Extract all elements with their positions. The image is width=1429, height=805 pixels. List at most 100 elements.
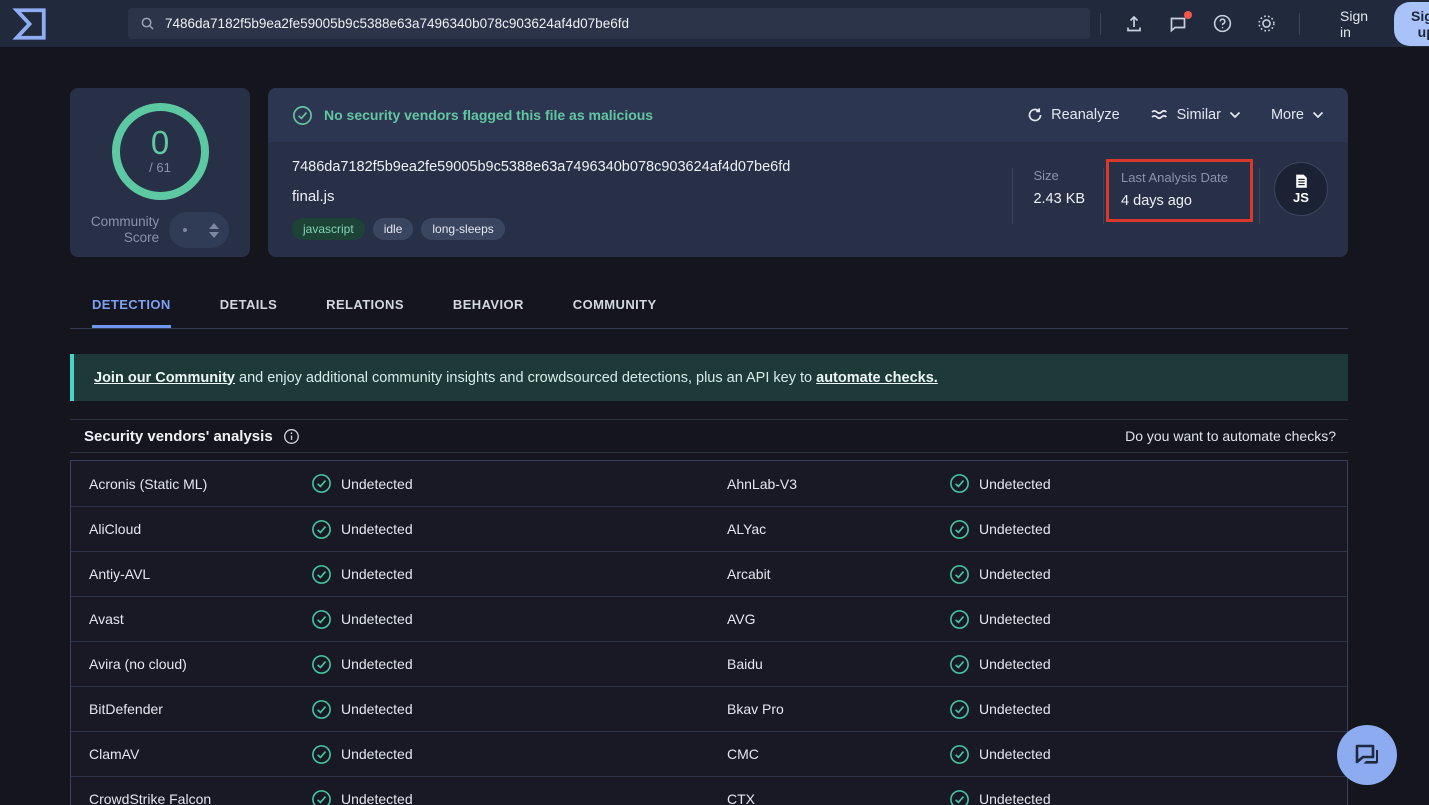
- analysis-section-header: Security vendors' analysis Do you want t…: [70, 419, 1348, 453]
- vendor-name: Baidu: [727, 656, 949, 672]
- vote-down-icon[interactable]: [209, 232, 219, 238]
- upload-icon[interactable]: [1123, 13, 1145, 35]
- search-input[interactable]: [165, 16, 1078, 31]
- vendor-name: CMC: [727, 746, 949, 762]
- vendor-status: Undetected: [311, 654, 413, 675]
- file-size-block: Size 2.43 KB: [1013, 162, 1103, 207]
- similar-icon: [1150, 108, 1169, 122]
- chat-icon: [1352, 741, 1382, 769]
- status-text: Undetected: [341, 611, 413, 627]
- tab-behavior[interactable]: BEHAVIOR: [453, 287, 524, 328]
- vendor-cell-left: AliCloud Undetected: [71, 507, 709, 551]
- vendor-cell-left: Acronis (Static ML) Undetected: [71, 461, 709, 506]
- vendor-name: CrowdStrike Falcon: [89, 791, 311, 805]
- check-circle-icon: [311, 473, 332, 494]
- status-text: Undetected: [341, 746, 413, 762]
- status-text: Undetected: [979, 791, 1051, 805]
- vendor-cell-right: ALYac Undetected: [709, 507, 1347, 551]
- status-text: Undetected: [979, 521, 1051, 537]
- table-row: CrowdStrike Falcon Undetected CTX Undete…: [71, 776, 1347, 805]
- table-row: AliCloud Undetected ALYac Undetected: [71, 506, 1347, 551]
- verdict-text: No security vendors flagged this file as…: [324, 107, 653, 123]
- vote-dot: [183, 228, 187, 232]
- score-total: / 61: [149, 160, 171, 175]
- vendor-name: AliCloud: [89, 521, 311, 537]
- vendor-status: Undetected: [311, 609, 413, 630]
- vendor-name: Acronis (Static ML): [89, 476, 311, 492]
- vendor-cell-left: BitDefender Undetected: [71, 687, 709, 731]
- status-text: Undetected: [341, 476, 413, 492]
- sign-up-button[interactable]: Sign up: [1394, 2, 1429, 46]
- tab-community[interactable]: COMMUNITY: [573, 287, 657, 328]
- feedback-icon[interactable]: [1167, 13, 1189, 35]
- file-type-badge: JS: [1274, 162, 1328, 216]
- vendor-name: Arcabit: [727, 566, 949, 582]
- status-text: Undetected: [341, 701, 413, 717]
- size-label: Size: [1033, 168, 1085, 183]
- tab-details[interactable]: DETAILS: [220, 287, 277, 328]
- similar-button[interactable]: Similar: [1150, 107, 1241, 123]
- vendor-cell-right: AVG Undetected: [709, 597, 1347, 641]
- vendor-cell-left: ClamAV Undetected: [71, 732, 709, 776]
- chevron-down-icon: [1312, 111, 1324, 119]
- divider: [1299, 13, 1300, 35]
- divider: [1100, 13, 1101, 35]
- join-community-link[interactable]: Join our Community: [94, 370, 235, 386]
- file-sha256[interactable]: 7486da7182f5b9ea2fe59005b9c5388e63a74963…: [292, 159, 1012, 175]
- tag-idle[interactable]: idle: [373, 218, 414, 240]
- vendor-status: Undetected: [311, 744, 413, 765]
- automate-checks-link[interactable]: automate checks.: [816, 370, 938, 386]
- automate-checks-prompt[interactable]: Do you want to automate checks?: [1125, 428, 1336, 444]
- annotation-highlight-box: Last Analysis Date 4 days ago: [1106, 159, 1253, 222]
- vendor-cell-right: AhnLab-V3 Undetected: [709, 461, 1347, 506]
- info-icon[interactable]: [283, 428, 300, 445]
- vendor-status: Undetected: [311, 519, 413, 540]
- file-tags: javascript idle long-sleeps: [292, 218, 1012, 240]
- vendor-name: Antiy-AVL: [89, 566, 311, 582]
- vendor-name: CTX: [727, 791, 949, 805]
- vendor-cell-right: Bkav Pro Undetected: [709, 687, 1347, 731]
- sign-in-link[interactable]: Sign in: [1340, 8, 1368, 40]
- vendor-status: Undetected: [311, 699, 413, 720]
- chat-fab-button[interactable]: [1337, 725, 1397, 785]
- vendor-status: Undetected: [949, 564, 1051, 585]
- virustotal-logo-icon[interactable]: [10, 5, 50, 43]
- search-icon: [140, 16, 155, 31]
- theme-toggle-icon[interactable]: [1255, 13, 1277, 35]
- vote-up-icon[interactable]: [209, 223, 219, 229]
- status-text: Undetected: [341, 791, 413, 805]
- tag-javascript[interactable]: javascript: [292, 218, 365, 240]
- status-text: Undetected: [979, 701, 1051, 717]
- tag-long-sleeps[interactable]: long-sleeps: [421, 218, 504, 240]
- analysis-title: Security vendors' analysis: [84, 428, 273, 445]
- file-summary-card: No security vendors flagged this file as…: [268, 88, 1348, 257]
- vendor-name: ClamAV: [89, 746, 311, 762]
- vendor-cell-right: Baidu Undetected: [709, 642, 1347, 686]
- check-circle-icon: [949, 789, 970, 805]
- vendor-cell-left: Antiy-AVL Undetected: [71, 552, 709, 596]
- vendor-name: BitDefender: [89, 701, 311, 717]
- help-icon[interactable]: [1211, 13, 1233, 35]
- vendor-cell-right: CMC Undetected: [709, 732, 1347, 776]
- vendor-status: Undetected: [311, 789, 413, 805]
- divider: [1103, 168, 1104, 224]
- reanalyze-button[interactable]: Reanalyze: [1027, 107, 1120, 123]
- banner-text: and enjoy additional community insights …: [235, 370, 816, 386]
- table-row: Antiy-AVL Undetected Arcabit Undetected: [71, 551, 1347, 596]
- vendor-status: Undetected: [949, 654, 1051, 675]
- tab-detection[interactable]: DETECTION: [92, 287, 171, 328]
- score-card: 0 / 61 Community Score: [70, 88, 250, 257]
- more-button[interactable]: More: [1271, 107, 1324, 123]
- check-circle-icon: [311, 519, 332, 540]
- tab-relations[interactable]: RELATIONS: [326, 287, 404, 328]
- vendor-cell-right: CTX Undetected: [709, 777, 1347, 805]
- check-circle-icon: [949, 564, 970, 585]
- community-vote-widget[interactable]: [169, 212, 229, 248]
- last-analysis-value: 4 days ago: [1121, 193, 1228, 209]
- check-circle-icon: [949, 609, 970, 630]
- vendor-status: Undetected: [949, 473, 1051, 494]
- file-name[interactable]: final.js: [292, 188, 1012, 205]
- vendor-cell-right: Arcabit Undetected: [709, 552, 1347, 596]
- status-text: Undetected: [341, 656, 413, 672]
- community-score-label: Community Score: [91, 214, 159, 246]
